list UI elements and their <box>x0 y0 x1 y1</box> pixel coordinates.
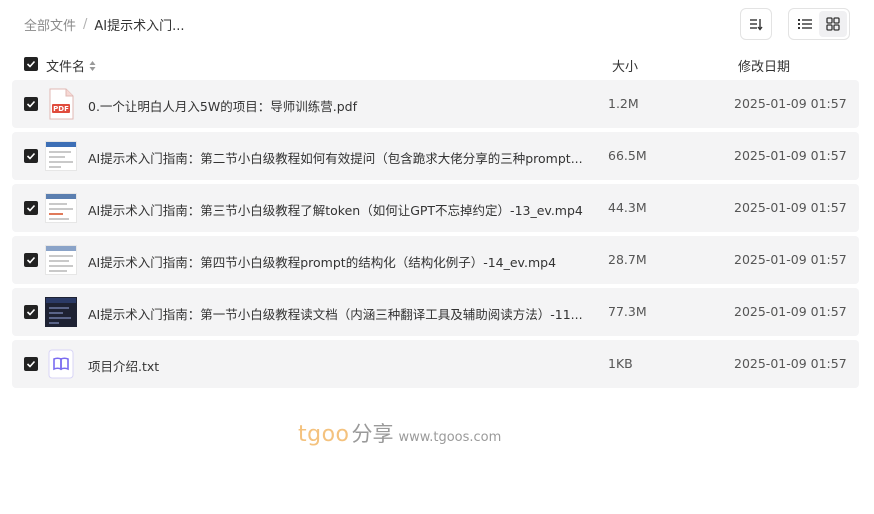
checkmark-icon <box>26 100 36 108</box>
breadcrumb-separator: / <box>83 17 88 32</box>
column-header-size[interactable]: 大小 <box>612 56 638 75</box>
row-checkbox[interactable] <box>24 357 38 371</box>
pdf-icon: PDF <box>45 88 77 120</box>
watermark: tgoo 分享 www.tgoos.com <box>298 418 501 448</box>
table-row[interactable]: AI提示术入门指南：第四节小白级教程prompt的结构化（结构化例子）-14_e… <box>12 236 859 284</box>
column-header-name-label: 文件名 <box>46 60 86 75</box>
txt-book-icon <box>45 348 77 380</box>
list-view-icon <box>798 19 812 29</box>
file-name[interactable]: AI提示术入门指南：第二节小白级教程如何有效提问（包含跪求大佬分享的三种prom… <box>88 148 588 167</box>
top-bar: 全部文件 / AI提示术入门... <box>0 0 874 48</box>
watermark-share: 分享 <box>351 422 394 446</box>
table-row[interactable]: PDF 0.一个让明白人月入5W的项目：导师训练营.pdf 1.2M 2025-… <box>12 80 859 128</box>
sort-updown-icon <box>89 60 96 71</box>
file-name[interactable]: AI提示术入门指南：第一节小白级教程读文档（内涵三种翻译工具及辅助阅读方法）-1… <box>88 304 588 323</box>
file-name[interactable]: 0.一个让明白人月入5W的项目：导师训练营.pdf <box>88 96 588 115</box>
row-checkbox[interactable] <box>24 97 38 111</box>
checkmark-icon <box>26 60 36 68</box>
file-name[interactable]: AI提示术入门指南：第三节小白级教程了解token（如何让GPT不忘掉约定）-1… <box>88 200 588 219</box>
sort-icon <box>750 19 763 31</box>
table-row[interactable]: AI提示术入门指南：第三节小白级教程了解token（如何让GPT不忘掉约定）-1… <box>12 184 859 232</box>
column-header-name[interactable]: 文件名 <box>46 56 96 75</box>
column-header-date[interactable]: 修改日期 <box>738 56 790 75</box>
breadcrumb-root[interactable]: 全部文件 <box>24 15 76 34</box>
video-thumbnail <box>45 192 77 224</box>
file-size: 1KB <box>608 356 633 371</box>
file-list: PDF 0.一个让明白人月入5W的项目：导师训练营.pdf 1.2M 2025-… <box>12 80 859 392</box>
svg-text:PDF: PDF <box>53 105 69 113</box>
file-date: 2025-01-09 01:57 <box>734 252 847 267</box>
watermark-brand: tgoo <box>298 422 350 447</box>
grid-view-icon <box>826 17 840 31</box>
watermark-url: www.tgoos.com <box>398 430 502 445</box>
checkmark-icon <box>26 152 36 160</box>
grid-view-button[interactable] <box>819 11 847 37</box>
file-size: 28.7M <box>608 252 647 267</box>
row-checkbox[interactable] <box>24 253 38 267</box>
table-row[interactable]: 项目介绍.txt 1KB 2025-01-09 01:57 <box>12 340 859 388</box>
select-all-checkbox[interactable] <box>24 57 38 71</box>
breadcrumb-current: AI提示术入门... <box>94 19 185 34</box>
file-size: 1.2M <box>608 96 639 111</box>
checkmark-icon <box>26 204 36 212</box>
video-thumbnail <box>45 296 77 328</box>
file-size: 66.5M <box>608 148 647 163</box>
file-size: 44.3M <box>608 200 647 215</box>
checkmark-icon <box>26 360 36 368</box>
file-date: 2025-01-09 01:57 <box>734 96 847 111</box>
video-thumbnail <box>45 140 77 172</box>
file-name[interactable]: AI提示术入门指南：第四节小白级教程prompt的结构化（结构化例子）-14_e… <box>88 252 588 271</box>
video-thumbnail <box>45 244 77 276</box>
sort-button[interactable] <box>740 8 772 40</box>
table-row[interactable]: AI提示术入门指南：第二节小白级教程如何有效提问（包含跪求大佬分享的三种prom… <box>12 132 859 180</box>
file-date: 2025-01-09 01:57 <box>734 304 847 319</box>
checkmark-icon <box>26 256 36 264</box>
file-date: 2025-01-09 01:57 <box>734 356 847 371</box>
file-name[interactable]: 项目介绍.txt <box>88 356 588 375</box>
file-date: 2025-01-09 01:57 <box>734 148 847 163</box>
table-header: 文件名 大小 修改日期 <box>12 50 859 78</box>
table-row[interactable]: AI提示术入门指南：第一节小白级教程读文档（内涵三种翻译工具及辅助阅读方法）-1… <box>12 288 859 336</box>
row-checkbox[interactable] <box>24 305 38 319</box>
row-checkbox[interactable] <box>24 201 38 215</box>
view-toggle <box>788 8 850 40</box>
row-checkbox[interactable] <box>24 149 38 163</box>
file-size: 77.3M <box>608 304 647 319</box>
checkmark-icon <box>26 308 36 316</box>
breadcrumb: 全部文件 / AI提示术入门... <box>24 15 185 34</box>
list-view-button[interactable] <box>791 11 819 37</box>
file-date: 2025-01-09 01:57 <box>734 200 847 215</box>
